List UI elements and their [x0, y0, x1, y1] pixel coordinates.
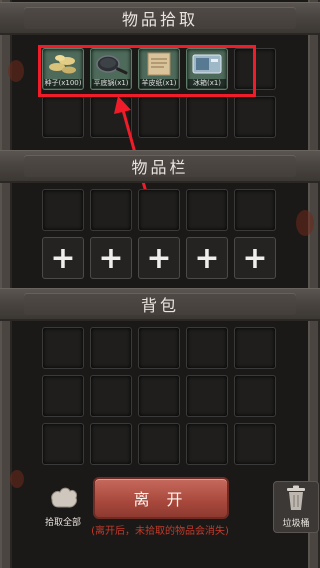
backpack-title: 背包: [140, 296, 179, 315]
backpack-banner: 背包: [0, 288, 320, 321]
backpack-slot[interactable]: [42, 327, 84, 369]
add-slot-button[interactable]: +: [234, 237, 276, 279]
backpack-slot[interactable]: [90, 375, 132, 417]
backpack-slot[interactable]: [90, 327, 132, 369]
backpack-slot[interactable]: [138, 375, 180, 417]
backpack-slot[interactable]: [234, 375, 276, 417]
leave-warning: (离开后，未拾取的物品会消失): [91, 526, 229, 537]
inventory-title: 物品栏: [131, 158, 189, 177]
inventory-slot[interactable]: [186, 189, 228, 231]
trash-can-icon: [287, 485, 305, 510]
add-slot-button[interactable]: +: [90, 237, 132, 279]
add-slot-button[interactable]: +: [138, 237, 180, 279]
backpack-slot[interactable]: [234, 423, 276, 465]
trash-label: 垃圾桶: [282, 519, 310, 529]
inventory-slot[interactable]: [42, 189, 84, 231]
inventory-slot[interactable]: [90, 189, 132, 231]
backpack-slot[interactable]: [186, 423, 228, 465]
backpack-slot[interactable]: [138, 423, 180, 465]
backpack-slot[interactable]: [90, 423, 132, 465]
grab-hand-icon: [51, 487, 77, 508]
inventory-slot[interactable]: [234, 189, 276, 231]
backpack-slot[interactable]: [234, 327, 276, 369]
add-slot-button[interactable]: +: [42, 237, 84, 279]
backpack-slot[interactable]: [186, 375, 228, 417]
backpack-slot[interactable]: [138, 327, 180, 369]
backpack-slot[interactable]: [42, 423, 84, 465]
inventory-slot[interactable]: [138, 189, 180, 231]
leave-button[interactable]: 离 开: [93, 477, 229, 519]
backpack-slot[interactable]: [42, 375, 84, 417]
backpack-grid: [42, 327, 276, 465]
inventory-grid: + + + + +: [42, 189, 276, 279]
add-slot-button[interactable]: +: [186, 237, 228, 279]
inventory-banner: 物品栏: [0, 150, 320, 183]
backpack-slot[interactable]: [186, 327, 228, 369]
trash-button[interactable]: 垃圾桶: [273, 481, 319, 533]
